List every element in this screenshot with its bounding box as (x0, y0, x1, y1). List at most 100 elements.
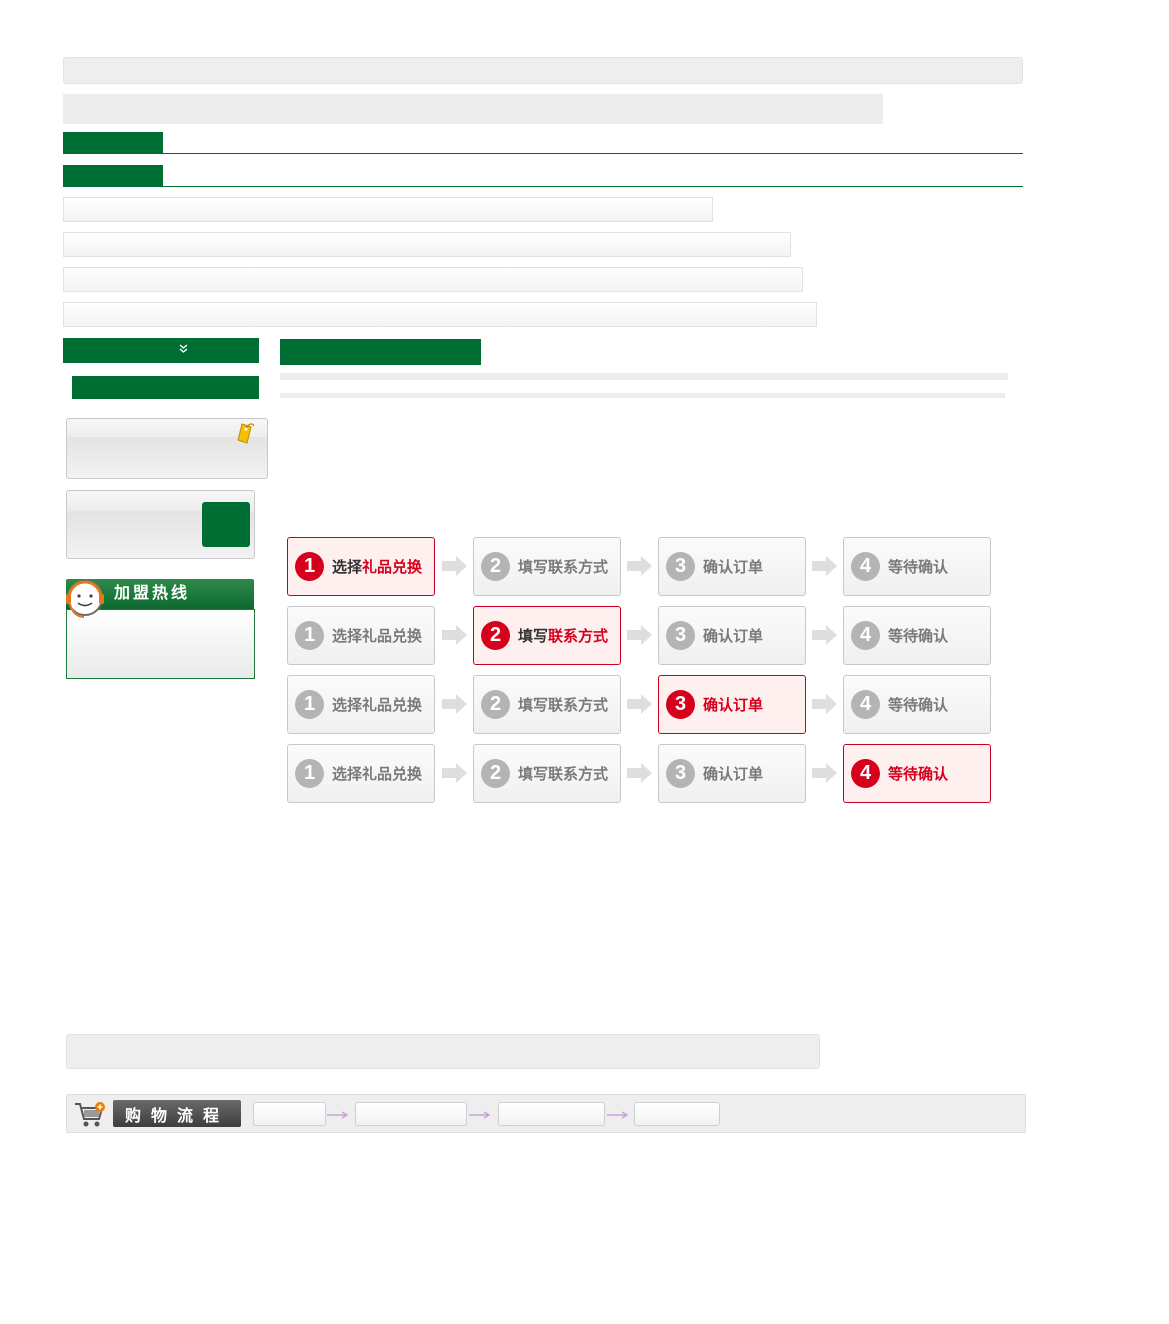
step-arrow-icon (627, 556, 652, 576)
step-label: 选择礼品兑换 (332, 556, 422, 577)
step-label-highlight: 礼品兑换 (362, 558, 423, 576)
input-row-3[interactable] (63, 267, 803, 292)
step-number-badge: 4 (851, 759, 880, 788)
step-arrow-icon (812, 625, 837, 645)
step-label-text: 选择 (332, 558, 363, 576)
step-label-text: 等待确认 (888, 558, 949, 576)
section-tab-1[interactable] (63, 132, 163, 153)
step-number-badge: 1 (295, 690, 324, 719)
banner-bar (63, 94, 883, 124)
step-label: 确认订单 (703, 625, 763, 646)
step-item: 2 填写联系方式 (473, 675, 621, 734)
step-label-text: 确认订单 (703, 627, 764, 645)
step-label-text: 确认订单 (703, 765, 764, 783)
step-number-badge: 4 (851, 690, 880, 719)
step-item: 2 填写联系方式 (473, 744, 621, 803)
step-label-text: 选择礼品兑换 (332, 627, 423, 645)
step-item: 2 填写联系方式 (473, 606, 621, 665)
step-label-text: 填写联系方式 (518, 696, 609, 714)
step-arrow-icon (812, 694, 837, 714)
step-label-text: 选择礼品兑换 (332, 765, 423, 783)
hotline-panel: 加盟热线 (66, 579, 255, 679)
login-box[interactable] (66, 490, 255, 559)
section-rule-1 (63, 153, 1023, 154)
step-number-badge: 1 (295, 552, 324, 581)
step-number-badge: 2 (481, 690, 510, 719)
step-label-highlight: 等待确认 (888, 765, 949, 783)
hotline-title: 加盟热线 (114, 583, 191, 602)
step-item: 4 等待确认 (843, 675, 991, 734)
step-item: 1 选择礼品兑换 (287, 744, 435, 803)
step-label: 填写联系方式 (518, 556, 608, 577)
step-label: 确认订单 (703, 763, 763, 784)
step-label: 等待确认 (888, 763, 948, 784)
promo-box[interactable] (66, 418, 268, 479)
step-label: 填写联系方式 (518, 694, 608, 715)
step-item: 3 确认订单 (658, 675, 806, 734)
flow-step-3 (498, 1102, 605, 1126)
step-arrow-icon (442, 763, 467, 783)
step-item: 1 选择礼品兑换 (287, 675, 435, 734)
step-number-badge: 2 (481, 759, 510, 788)
step-arrow-icon (442, 556, 467, 576)
content-title-tab (280, 339, 481, 365)
flow-arrow-icon (607, 1111, 629, 1119)
step-number-badge: 3 (666, 690, 695, 719)
input-row-4[interactable] (63, 302, 817, 327)
flow-arrow-icon (469, 1111, 491, 1119)
section-rule-2 (63, 186, 1023, 187)
step-item: 1 选择礼品兑换 (287, 606, 435, 665)
step-label-text: 等待确认 (888, 627, 949, 645)
step-label-highlight: 联系方式 (548, 627, 609, 645)
step-label: 确认订单 (703, 556, 763, 577)
customer-service-headset-icon (66, 580, 104, 618)
step-label-text: 选择礼品兑换 (332, 696, 423, 714)
top-bar (63, 57, 1023, 84)
price-tag-icon (237, 423, 255, 444)
step-arrow-icon (627, 625, 652, 645)
step-item: 2 填写联系方式 (473, 537, 621, 596)
step-arrow-icon (812, 556, 837, 576)
step-label-text: 填写联系方式 (518, 558, 609, 576)
step-item: 4 等待确认 (843, 744, 991, 803)
step-number-badge: 2 (481, 552, 510, 581)
bottom-bar (66, 1034, 820, 1069)
flow-arrow-icon (327, 1111, 349, 1119)
step-label: 选择礼品兑换 (332, 694, 422, 715)
step-arrow-icon (627, 763, 652, 783)
content-rule-2 (280, 393, 1005, 398)
sidebar-toggle[interactable] (63, 338, 259, 363)
step-item: 4 等待确认 (843, 537, 991, 596)
step-label: 填写联系方式 (518, 763, 608, 784)
step-arrow-icon (812, 763, 837, 783)
shopping-flow-bar: 购物流程 (66, 1094, 1026, 1133)
double-chevron-down-icon (179, 344, 188, 353)
step-number-badge: 1 (295, 759, 324, 788)
step-label: 等待确认 (888, 694, 948, 715)
input-row-1[interactable] (63, 197, 713, 222)
step-label: 选择礼品兑换 (332, 625, 422, 646)
step-item: 3 确认订单 (658, 744, 806, 803)
step-number-badge: 3 (666, 621, 695, 650)
step-number-badge: 2 (481, 621, 510, 650)
step-label-text: 等待确认 (888, 696, 949, 714)
step-arrow-icon (442, 625, 467, 645)
flow-step-1 (253, 1102, 326, 1126)
step-arrow-icon (442, 694, 467, 714)
step-item: 1 选择礼品兑换 (287, 537, 435, 596)
content-rule-1 (280, 373, 1008, 380)
step-label-text: 确认订单 (703, 558, 764, 576)
step-item: 3 确认订单 (658, 606, 806, 665)
step-item: 4 等待确认 (843, 606, 991, 665)
section-tab-2[interactable] (63, 165, 163, 186)
step-number-badge: 4 (851, 552, 880, 581)
step-label: 确认订单 (703, 694, 763, 715)
step-label-highlight: 确认订单 (703, 696, 764, 714)
step-number-badge: 1 (295, 621, 324, 650)
step-number-badge: 3 (666, 759, 695, 788)
sidebar-subnav[interactable] (72, 376, 259, 399)
input-row-2[interactable] (63, 232, 791, 257)
step-number-badge: 4 (851, 621, 880, 650)
login-button[interactable] (202, 502, 250, 547)
flow-step-4 (634, 1102, 720, 1126)
